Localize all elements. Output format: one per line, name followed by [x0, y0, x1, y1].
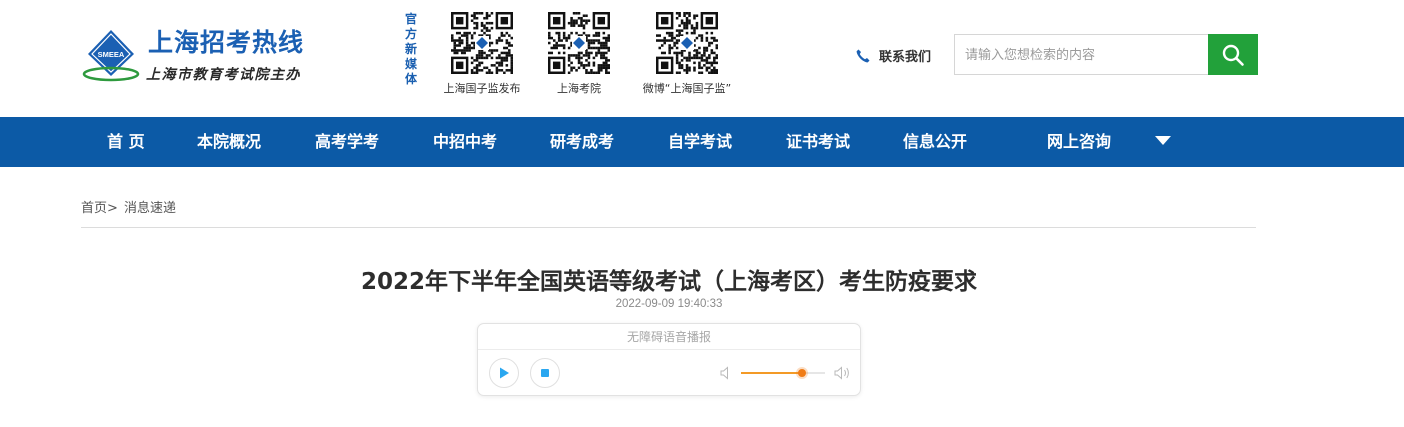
main-nav: 首 页 本院概况 高考学考 中招中考 研考成考 自学考试 证书考试 信息公开 网… — [0, 117, 1404, 167]
nav-self-study[interactable]: 自学考试 — [668, 117, 732, 167]
nav-gaokao[interactable]: 高考学考 — [315, 117, 379, 167]
nav-consult[interactable]: 网上咨询 — [1047, 117, 1111, 167]
contact-us-link[interactable]: 联系我们 — [855, 46, 931, 65]
breadcrumb: 首页> 消息速递 — [81, 197, 176, 216]
play-button[interactable] — [489, 358, 519, 388]
site-logo[interactable]: SMEEA 上海招考热线 上海市教育考试院主办 — [82, 28, 322, 88]
search-icon — [1222, 44, 1244, 66]
qr-code-icon — [451, 12, 513, 74]
player-header: 无障碍语音播报 — [478, 324, 860, 350]
site-header: SMEEA 上海招考热线 上海市教育考试院主办 官 方 新 媒 体 上海国子监发… — [0, 0, 1404, 117]
play-icon — [500, 367, 509, 379]
volume-slider-fill — [741, 372, 803, 374]
qr-shanghai-kaoyuan[interactable]: 上海考院 — [534, 12, 624, 96]
nav-info-public[interactable]: 信息公开 — [903, 117, 967, 167]
qr-caption: 微博“上海国子监” — [642, 82, 732, 95]
stop-icon — [541, 369, 549, 377]
nav-zhongkao[interactable]: 中招中考 — [433, 117, 497, 167]
breadcrumb-divider — [81, 227, 1256, 228]
search-button[interactable] — [1208, 34, 1258, 75]
logo-subtitle: 上海市教育考试院主办 — [146, 67, 301, 83]
qr-weibo[interactable]: 微博“上海国子监” — [642, 12, 732, 96]
breadcrumb-current[interactable]: 消息速递 — [124, 201, 176, 216]
contact-label: 联系我们 — [879, 50, 932, 65]
qr-caption: 上海国子监发布 — [443, 82, 521, 95]
emblem-text: SMEEA — [98, 50, 125, 59]
nav-yankao[interactable]: 研考成考 — [550, 117, 614, 167]
media-label-char: 官 — [404, 12, 417, 26]
volume-slider-knob[interactable] — [798, 369, 807, 377]
media-label-char: 新 — [404, 42, 417, 56]
official-media-label: 官 方 新 媒 体 — [402, 12, 420, 87]
qr-wechat-publish[interactable]: 上海国子监发布 — [437, 12, 527, 96]
article-title: 2022年下半年全国英语等级考试（上海考区）考生防疫要求 — [360, 269, 977, 295]
volume-high-icon[interactable] — [834, 365, 852, 381]
article-date: 2022-09-09 19:40:33 — [615, 298, 723, 310]
media-label-char: 方 — [404, 27, 417, 41]
qr-caption: 上海考院 — [557, 82, 601, 95]
stop-button[interactable] — [530, 358, 560, 388]
nav-home[interactable]: 首 页 — [107, 117, 145, 167]
volume-slider[interactable] — [741, 369, 825, 377]
caret-down-icon[interactable] — [1155, 136, 1171, 145]
search-bar — [954, 34, 1258, 75]
nav-certificate[interactable]: 证书考试 — [786, 117, 850, 167]
media-label-char: 媒 — [404, 57, 417, 71]
audio-player: 无障碍语音播报 — [477, 323, 861, 396]
logo-title: 上海招考热线 — [148, 28, 305, 57]
smeea-emblem-icon: SMEEA — [82, 30, 140, 82]
phone-icon — [856, 49, 870, 62]
volume-low-icon[interactable] — [720, 366, 732, 380]
search-input[interactable] — [954, 34, 1208, 75]
media-label-char: 体 — [404, 72, 417, 86]
qr-code-icon — [548, 12, 610, 74]
nav-about[interactable]: 本院概况 — [197, 117, 261, 167]
qr-code-icon — [656, 12, 718, 74]
breadcrumb-home[interactable]: 首页> — [81, 201, 118, 216]
